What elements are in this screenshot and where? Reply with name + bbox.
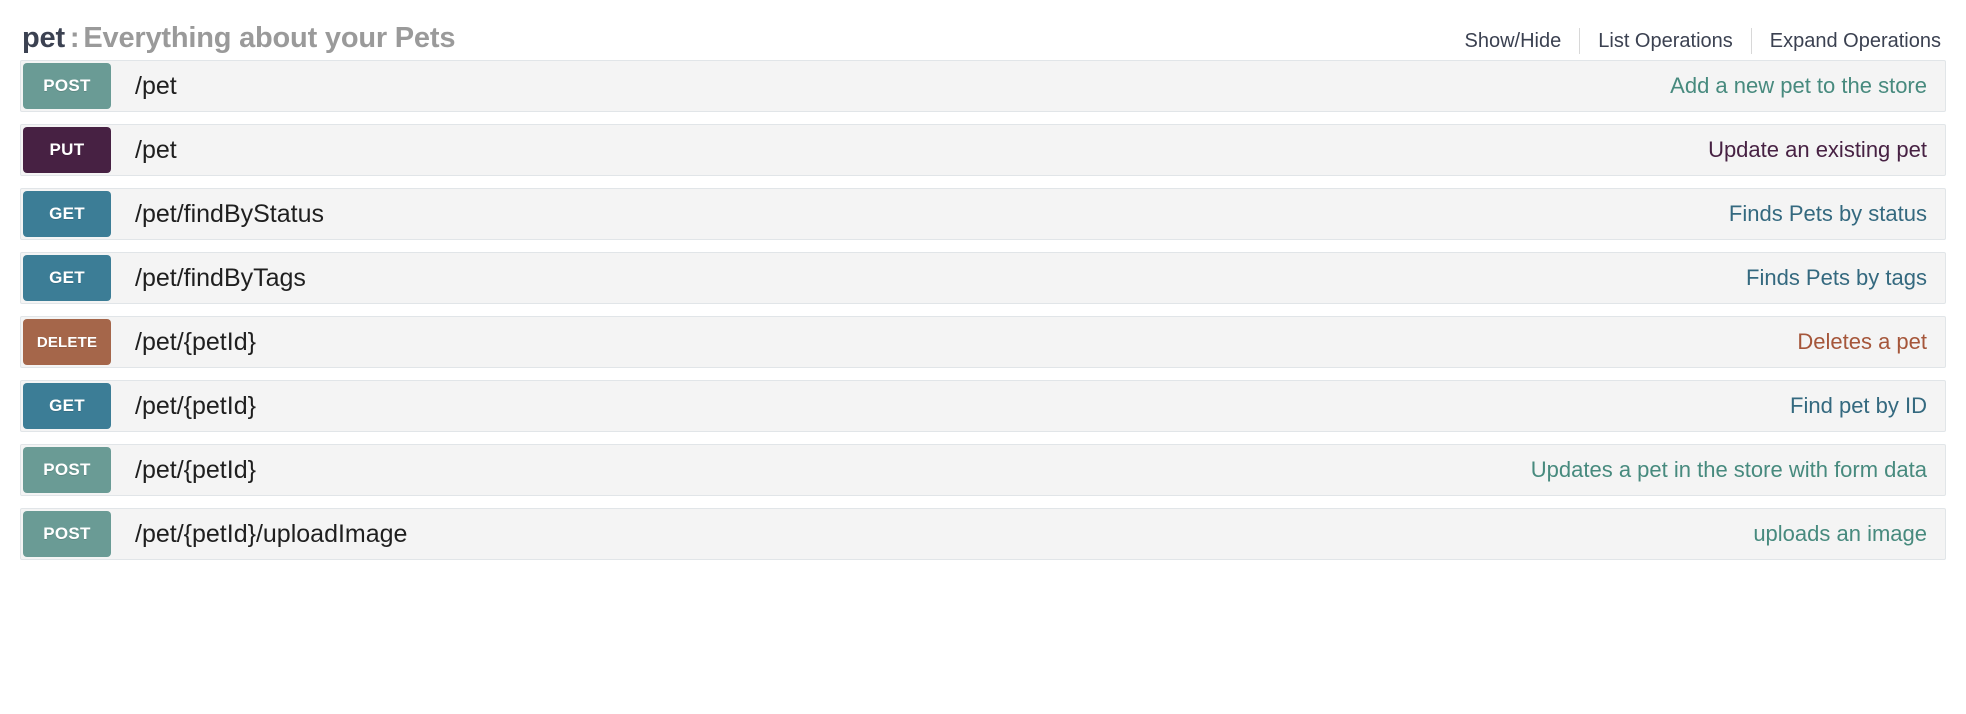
resource-options: Show/Hide List Operations Expand Operati… (1465, 28, 1943, 56)
resource-tag-description: Everything about your Pets (83, 22, 456, 55)
operation-row[interactable]: POST/pet Add a new pet to the store (20, 60, 1946, 112)
operation-summary: Deletes a pet (1797, 329, 1927, 354)
operation-path: /pet/{petId}/uploadImage (135, 519, 408, 548)
operation-path: /pet (135, 71, 177, 100)
expand-operations-link[interactable]: Expand Operations (1752, 30, 1943, 52)
http-method-badge: POST (23, 63, 111, 109)
operation-row[interactable]: GET/pet/{petId} Find pet by ID (20, 380, 1946, 432)
http-method-badge: GET (23, 255, 111, 301)
operation-row[interactable]: DELETE/pet/{petId} Deletes a pet (20, 316, 1946, 368)
operation-path: /pet (135, 135, 177, 164)
operation-row[interactable]: POST/pet/{petId} Updates a pet in the sto… (20, 444, 1946, 496)
operation-summary: Finds Pets by tags (1746, 265, 1927, 290)
operation-path: /pet/{petId} (135, 455, 256, 484)
operation-path: /pet/{petId} (135, 327, 256, 356)
operation-summary: Updates a pet in the store with form dat… (1530, 457, 1927, 482)
resource-tag-name: pet (22, 22, 65, 55)
operation-path: /pet/findByTags (135, 263, 306, 292)
operation-summary: Finds Pets by status (1728, 201, 1927, 226)
operations-list: POST/pet Add a new pet to the store PUT/pe… (20, 60, 1946, 560)
operation-summary: Add a new pet to the store (1670, 73, 1927, 98)
operation-path: /pet/{petId} (135, 391, 256, 420)
operation-row[interactable]: GET/pet/findByTags Finds Pets by tags (20, 252, 1946, 304)
http-method-badge: POST (23, 447, 111, 493)
operation-path: /pet/findByStatus (135, 199, 325, 228)
http-method-badge: DELETE (23, 319, 111, 365)
http-method-badge: GET (23, 383, 111, 429)
operation-row[interactable]: GET/pet/findByStatus Finds Pets by status (20, 188, 1946, 240)
resource-title-separator: : (69, 22, 80, 55)
http-method-badge: PUT (23, 127, 111, 173)
operation-row[interactable]: PUT/pet Update an existing pet (20, 124, 1946, 176)
http-method-badge: POST (23, 511, 111, 557)
operation-summary: uploads an image (1753, 521, 1927, 546)
show-hide-link[interactable]: Show/Hide (1465, 30, 1580, 52)
resource-heading: pet: Everything about your Pets Show/Hide… (20, 0, 1946, 60)
operation-row[interactable]: POST/pet/{petId}/uploadImage uploads an i… (20, 508, 1946, 560)
page-title[interactable]: pet: Everything about your Pets (22, 24, 455, 53)
api-resource-pet: pet: Everything about your Pets Show/Hide… (0, 0, 1966, 560)
list-operations-link[interactable]: List Operations (1580, 30, 1751, 52)
http-method-badge: GET (23, 191, 111, 237)
operation-summary: Update an existing pet (1708, 137, 1927, 162)
operation-summary: Find pet by ID (1790, 393, 1927, 418)
